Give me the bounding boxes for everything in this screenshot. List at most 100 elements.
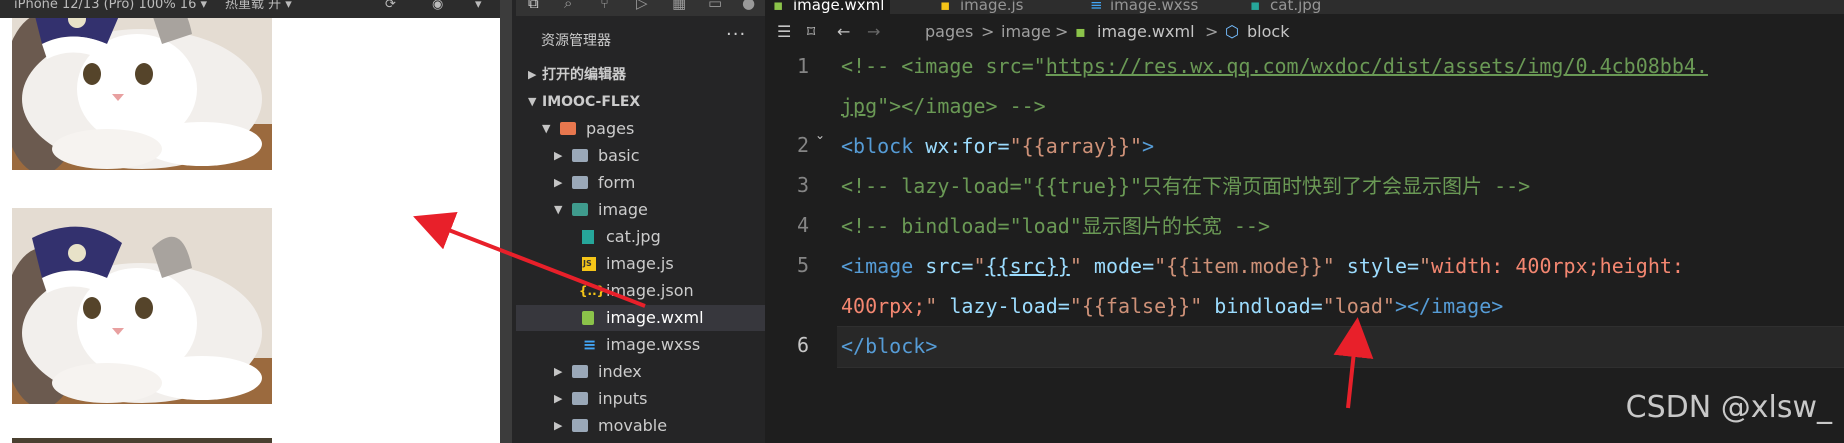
- extensions-icon[interactable]: ▦: [672, 0, 686, 12]
- bookmark-icon[interactable]: ⌑: [807, 16, 815, 48]
- back-arrow-icon[interactable]: ←: [837, 16, 850, 48]
- code-line-2[interactable]: <block wx:for="{{array}}">: [841, 126, 1154, 166]
- tab-cat-jpg[interactable]: ▪ cat.jpg: [1250, 0, 1360, 14]
- code-line-3[interactable]: <!-- lazy-load="{{true}}"只有在下滑页面时快到了才会显示…: [841, 166, 1530, 206]
- file-explorer: ⧉ ⌕ ⑂ ▷ ▦ ▭ ● 资源管理器 ··· ▶ 打开的编辑器 ▼ IMOOC…: [516, 0, 765, 443]
- tree-item-cat-jpg[interactable]: cat.jpg: [516, 224, 765, 250]
- save-icon[interactable]: ▭: [708, 0, 722, 12]
- chevron-right-icon: ▶: [554, 419, 563, 432]
- cat-image: [12, 438, 272, 443]
- fold-chevron-icon[interactable]: ⌄: [815, 128, 825, 142]
- tree-label: inputs: [598, 389, 648, 408]
- simulator-scrollbar[interactable]: [500, 0, 512, 443]
- debug-icon[interactable]: ▷: [636, 0, 648, 12]
- tree-label: basic: [598, 146, 640, 165]
- tree-item-index[interactable]: ▶ index: [516, 359, 765, 385]
- more-actions-button[interactable]: ···: [726, 24, 746, 45]
- watermark: CSDN @xlsw_: [1625, 390, 1832, 425]
- tab-image-js[interactable]: ▪ image.js: [940, 0, 1060, 14]
- js-badge: JS: [583, 259, 592, 268]
- stop-icon[interactable]: ◉: [432, 0, 443, 12]
- tree-label: image.wxml: [606, 308, 704, 327]
- line-number: 5: [796, 253, 809, 277]
- line-number: 1: [796, 54, 809, 78]
- project-root[interactable]: ▼ IMOOC-FLEX: [516, 89, 765, 115]
- chevron-down-icon: ▼: [542, 122, 551, 135]
- list-icon[interactable]: ☰: [777, 16, 791, 48]
- tree-label: cat.jpg: [606, 227, 661, 246]
- breadcrumb-separator: >: [1055, 22, 1069, 41]
- search-icon[interactable]: ⌕: [564, 0, 572, 12]
- code-line-6[interactable]: </block>: [841, 326, 937, 366]
- tree-item-movable[interactable]: ▶ movable: [516, 413, 765, 439]
- tree-item-image-js[interactable]: JS image.js: [516, 251, 765, 277]
- files-icon[interactable]: ⧉: [528, 0, 539, 12]
- tree-label: movable: [598, 416, 668, 435]
- chevron-right-icon: ▶: [554, 176, 563, 189]
- code-line-4[interactable]: <!-- bindload="load"显示图片的长宽 -->: [841, 206, 1270, 246]
- hot-reload-toggle[interactable]: 热重载 开 ▾: [225, 0, 292, 12]
- section-label: IMOOC-FLEX: [542, 94, 641, 110]
- tab-image-wxss[interactable]: ≡ image.wxss: [1090, 0, 1220, 14]
- code-line-1-wrap[interactable]: jpg"></image> -->: [841, 86, 1046, 126]
- dropdown-icon[interactable]: ▾: [475, 0, 482, 12]
- folder-icon: [572, 176, 588, 189]
- tree-label: pages: [586, 119, 635, 138]
- tab-label: cat.jpg: [1270, 0, 1322, 14]
- editor-tabs: ▪ image.wxml ▪ image.js ≡ image.wxss ▪ c…: [765, 0, 1844, 14]
- code-line-1[interactable]: <!-- <image src="https://res.wx.qq.com/w…: [841, 46, 1708, 86]
- tree-label: form: [598, 173, 636, 192]
- tree-label: image: [598, 200, 648, 219]
- chevron-right-icon: ▶: [554, 149, 563, 162]
- tree-label: image.wxss: [606, 335, 701, 354]
- current-line-highlight: [837, 326, 1844, 368]
- tree-item-image[interactable]: ▼ image: [516, 197, 765, 223]
- image-file-icon: [582, 230, 594, 244]
- folder-icon: [572, 365, 588, 378]
- tab-label: image.wxss: [1110, 0, 1199, 14]
- line-number: 2: [796, 133, 809, 157]
- tree-item-image-wxml[interactable]: image.wxml: [516, 305, 765, 331]
- wxss-file-icon: ≡: [1090, 0, 1103, 14]
- tree-item-inputs[interactable]: ▶ inputs: [516, 386, 765, 412]
- breadcrumb-symbol[interactable]: block: [1247, 16, 1289, 48]
- tree-item-image-wxss[interactable]: ≡ image.wxss: [516, 332, 765, 358]
- chevron-right-icon: ▶: [554, 365, 563, 378]
- tab-image-wxml[interactable]: ▪ image.wxml: [765, 0, 890, 14]
- forward-arrow-icon[interactable]: →: [867, 16, 880, 48]
- source-control-icon[interactable]: ⑂: [600, 0, 609, 12]
- explorer-title: 资源管理器: [541, 33, 611, 49]
- folder-icon: [572, 392, 588, 405]
- breadcrumb-pages[interactable]: pages: [925, 16, 973, 48]
- section-label: 打开的编辑器: [542, 67, 626, 83]
- simulator-preview: iPhone 12/13 (Pro) 100% 16 ▾ 热重载 开 ▾ ⟳ ◉…: [0, 0, 500, 443]
- symbol-icon: ⬡: [1225, 22, 1239, 41]
- tree-item-form[interactable]: ▶ form: [516, 170, 765, 196]
- tree-item-image-json[interactable]: {..} image.json: [516, 278, 765, 304]
- account-icon[interactable]: ●: [742, 0, 755, 12]
- wxss-file-icon: ≡: [583, 335, 597, 354]
- tab-label: image.js: [960, 0, 1024, 14]
- open-editors-section[interactable]: ▶ 打开的编辑器: [516, 62, 765, 88]
- line-number: 3: [796, 173, 809, 197]
- rotate-icon[interactable]: ⟳: [385, 0, 396, 12]
- code-editor: ▪ image.wxml ▪ image.js ≡ image.wxss ▪ c…: [765, 0, 1844, 443]
- chevron-right-icon: ▶: [554, 392, 563, 405]
- tree-item-basic[interactable]: ▶ basic: [516, 143, 765, 169]
- tree-label: image.json: [606, 281, 694, 300]
- folder-icon: [572, 419, 588, 432]
- image-file-icon: ▪: [1250, 0, 1261, 14]
- js-file-icon: ▪: [940, 0, 951, 14]
- breadcrumb-file[interactable]: image.wxml: [1097, 16, 1195, 48]
- folder-icon: [560, 122, 576, 135]
- tree-item-pages[interactable]: ▼ pages: [516, 116, 765, 142]
- chevron-down-icon: ▼: [528, 95, 537, 108]
- tab-label: image.wxml: [793, 0, 885, 14]
- line-number: 4: [796, 213, 809, 237]
- breadcrumb-image[interactable]: image: [1001, 16, 1051, 48]
- breadcrumb: ☰ ⌑ ← → pages > image > ▪ image.wxml > ⬡…: [765, 16, 1844, 48]
- json-file-icon: {..}: [579, 284, 606, 298]
- code-line-5[interactable]: <image src="{{src}}" mode="{{item.mode}}…: [841, 246, 1684, 286]
- code-line-5-wrap[interactable]: 400rpx;" lazy-load="{{false}}" bindload=…: [841, 286, 1503, 326]
- device-selector[interactable]: iPhone 12/13 (Pro) 100% 16 ▾: [14, 0, 207, 12]
